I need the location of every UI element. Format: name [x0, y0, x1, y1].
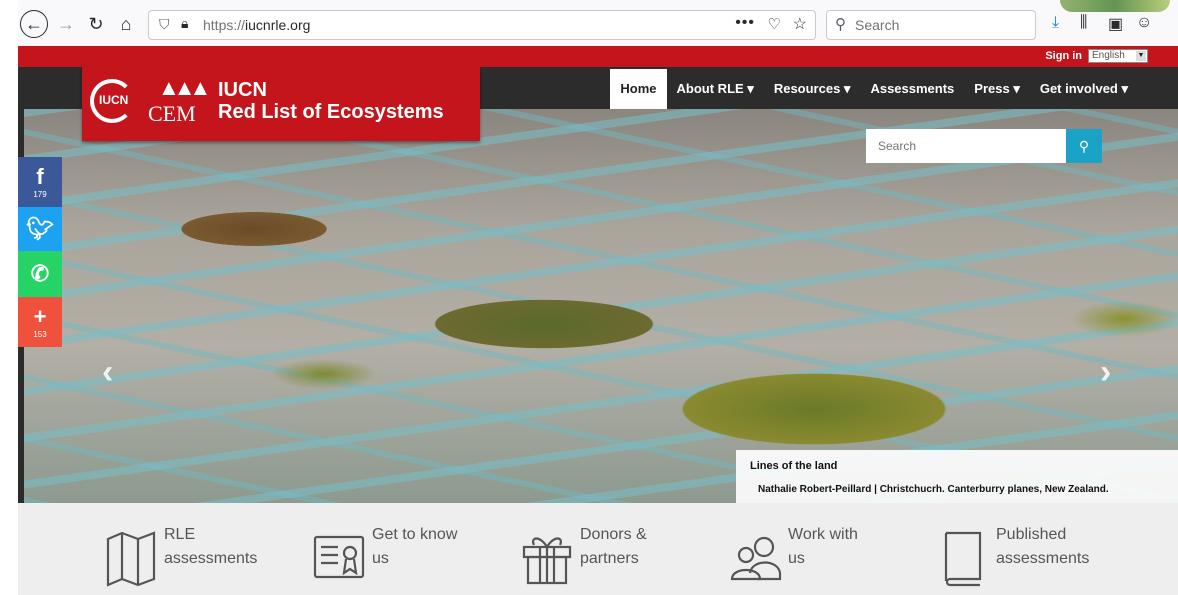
- lock-icon[interactable]: 🔒︎: [181, 15, 188, 32]
- feature-published-assessments[interactable]: Published assessments: [936, 526, 1090, 587]
- carousel-prev-icon[interactable]: ‹: [102, 353, 113, 392]
- sidebar-icon[interactable]: ▣: [1108, 14, 1123, 34]
- library-icon[interactable]: ⫼: [1080, 14, 1087, 32]
- certificate-icon: [312, 529, 366, 587]
- url-domain: iucnrle.org: [245, 17, 311, 33]
- nav-assessments[interactable]: Assessments: [860, 69, 964, 109]
- language-select[interactable]: English ▼: [1088, 49, 1148, 63]
- feature-line2: partners: [580, 550, 639, 567]
- arrow-left-icon: ←: [25, 13, 43, 34]
- facebook-count: 179: [33, 189, 47, 199]
- sign-in-link[interactable]: Sign in: [1045, 50, 1082, 62]
- slide-caption: Lines of the land Nathalie Robert-Peilla…: [736, 450, 1178, 503]
- hero-carousel[interactable]: ‹ › Lines of the land Nathalie Robert-Pe…: [24, 109, 1178, 503]
- carousel-next-icon[interactable]: ›: [1100, 353, 1111, 392]
- nav-items: Home About RLE ▾ Resources ▾ Assessments…: [610, 69, 1138, 109]
- feature-line2: assessments: [164, 550, 258, 567]
- slide-title: Lines of the land: [750, 460, 838, 472]
- chevron-down-icon: ▼: [1136, 51, 1146, 61]
- plus-icon: +: [33, 303, 47, 329]
- cem-triangles-icon: ▲▲▲: [158, 75, 211, 100]
- map-icon: [104, 529, 158, 587]
- reload-icon: ↻: [88, 13, 104, 34]
- feature-work-with-us[interactable]: Work with us: [728, 526, 858, 587]
- url-prefix: https://: [203, 17, 246, 33]
- website: Sign in English ▼ Home About RLE ▾ Resou…: [18, 46, 1178, 595]
- features-strip: RLE assessments Get to know us Donors & par…: [18, 503, 1178, 595]
- reload-button[interactable]: ↻: [82, 10, 110, 38]
- gift-icon: [520, 529, 574, 587]
- site-logo[interactable]: IUCN ▲▲▲ CEM IUCN Red List of Ecosystems: [82, 67, 480, 141]
- feature-line1: RLE: [164, 526, 196, 543]
- language-value: English: [1092, 50, 1125, 61]
- share-count: 153: [33, 329, 47, 339]
- feature-line2: assessments: [996, 550, 1090, 567]
- cem-text: CEM: [148, 101, 196, 126]
- decorative-foliage: [1060, 0, 1170, 12]
- home-icon: ⌂: [120, 13, 132, 34]
- slide-credit: Nathalie Robert-Peillard | Christchucrh.…: [758, 484, 1109, 495]
- url-bar[interactable]: ⛉ 🔒︎ https://iucnrle.org ••• ♡ ☆: [148, 10, 816, 40]
- social-share-bar: f 179 🐦︎ ✆ + 153: [18, 157, 62, 347]
- twitter-share-button[interactable]: 🐦︎: [18, 207, 62, 251]
- nav-get-involved[interactable]: Get involved ▾: [1030, 69, 1138, 109]
- feature-donors-partners[interactable]: Donors & partners: [520, 526, 647, 587]
- tracking-shield-icon[interactable]: ⛉: [159, 16, 170, 33]
- pocket-icon[interactable]: ♡: [768, 15, 781, 33]
- nav-about[interactable]: About RLE ▾: [667, 69, 764, 109]
- whatsapp-share-button[interactable]: ✆: [18, 251, 62, 297]
- feature-line2: us: [788, 550, 805, 567]
- site-search: ⚲: [866, 129, 1102, 163]
- feature-line1: Published: [996, 526, 1067, 543]
- download-icon[interactable]: ⤓: [1052, 14, 1059, 32]
- back-button[interactable]: ←: [20, 10, 48, 38]
- browser-toolbar: ← → ↻ ⌂ ⛉ 🔒︎ https://iucnrle.org ••• ♡ ☆…: [18, 0, 1178, 47]
- search-icon: ⚲: [835, 16, 846, 33]
- feature-get-to-know-us[interactable]: Get to know us: [312, 526, 457, 587]
- people-icon: [728, 529, 782, 587]
- browser-search-field[interactable]: ⚲ Search: [826, 10, 1036, 40]
- home-button[interactable]: ⌂: [112, 10, 140, 38]
- url-text[interactable]: https://iucnrle.org: [203, 17, 310, 33]
- feature-line2: us: [372, 550, 389, 567]
- nav-press[interactable]: Press ▾: [964, 69, 1030, 109]
- site-search-button[interactable]: ⚲: [1066, 129, 1102, 163]
- logo-title-iucn: IUCN: [218, 79, 267, 101]
- logo-title-rle: Red List of Ecosystems: [218, 101, 444, 123]
- facebook-share-button[interactable]: f 179: [18, 157, 62, 207]
- book-icon: [936, 529, 990, 587]
- twitter-icon: 🐦︎: [26, 216, 54, 241]
- search-icon: ⚲: [1078, 137, 1090, 154]
- feature-line1: Donors &: [580, 526, 647, 543]
- arrow-right-icon: →: [57, 13, 75, 34]
- browser-search-placeholder: Search: [855, 17, 900, 33]
- facebook-icon: f: [36, 163, 44, 189]
- iucn-badge: IUCN: [99, 93, 129, 107]
- account-icon[interactable]: ☺: [1136, 14, 1152, 32]
- more-share-button[interactable]: + 153: [18, 297, 62, 347]
- bookmark-star-icon[interactable]: ☆: [793, 14, 807, 34]
- forward-button[interactable]: →: [52, 10, 80, 38]
- feature-line1: Get to know: [372, 526, 458, 543]
- page-actions-icon[interactable]: •••: [735, 14, 755, 32]
- feature-rle-assessments[interactable]: RLE assessments: [104, 526, 258, 587]
- site-search-input[interactable]: [866, 129, 1066, 163]
- feature-line1: Work with: [788, 526, 858, 543]
- nav-resources[interactable]: Resources ▾: [764, 69, 861, 109]
- top-bar: Sign in English ▼: [18, 46, 1178, 67]
- nav-home[interactable]: Home: [610, 69, 667, 109]
- whatsapp-icon: ✆: [30, 261, 50, 286]
